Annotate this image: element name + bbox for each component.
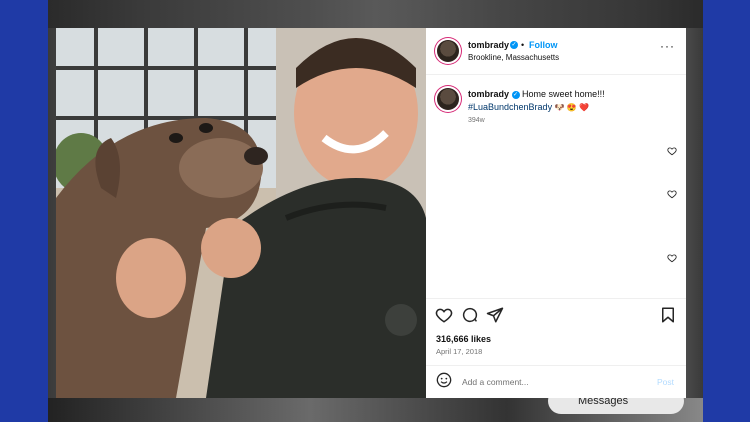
post-side-panel: tombrady ✓ • Follow Brookline, Massachus… xyxy=(426,28,686,398)
comment-heart-icon[interactable] xyxy=(667,146,677,156)
verified-badge-icon: ✓ xyxy=(510,41,518,49)
instagram-post-card: tombrady ✓ • Follow Brookline, Massachus… xyxy=(56,28,686,398)
emoji-icon[interactable] xyxy=(436,372,452,388)
likes-count[interactable]: 316,666 likes xyxy=(436,334,491,344)
caption-text: Home sweet home!!! xyxy=(522,89,605,99)
bookmark-icon[interactable] xyxy=(659,306,677,324)
comment-heart-icon[interactable] xyxy=(667,253,677,263)
comment-icon[interactable] xyxy=(461,306,479,324)
actions-divider xyxy=(426,298,686,299)
comment-heart-icon[interactable] xyxy=(667,189,677,199)
header-avatar[interactable] xyxy=(437,40,459,62)
share-icon[interactable] xyxy=(486,306,504,324)
video-background-top xyxy=(48,0,703,28)
more-options-icon[interactable]: ··· xyxy=(660,40,675,52)
post-photo[interactable] xyxy=(56,28,426,398)
caption-line-2: #LuaBundchenBrady 🐶 😍 ❤️ xyxy=(468,102,589,112)
caption-age: 394w xyxy=(468,117,485,124)
heart-icon[interactable] xyxy=(435,306,453,324)
follow-button[interactable]: Follow xyxy=(529,40,558,50)
post-date[interactable]: April 17, 2018 xyxy=(436,347,482,356)
photo-illustration xyxy=(56,28,426,398)
header-location[interactable]: Brookline, Massachusetts xyxy=(468,53,559,62)
caption-hashtag[interactable]: #LuaBundchenBrady xyxy=(468,102,552,112)
header-username[interactable]: tombrady xyxy=(468,40,509,50)
caption-emojis: 🐶 😍 ❤️ xyxy=(554,103,589,112)
header-dot: • xyxy=(521,40,525,50)
caption-avatar[interactable] xyxy=(437,88,459,110)
comment-divider xyxy=(426,365,686,366)
caption-line: tombrady ✓ Home sweet home!!! xyxy=(468,89,605,99)
header-divider xyxy=(426,74,686,75)
verified-badge-icon: ✓ xyxy=(511,90,520,99)
caption-username[interactable]: tombrady xyxy=(468,89,509,99)
post-comment-button[interactable]: Post xyxy=(657,377,674,387)
comment-input[interactable]: Add a comment... xyxy=(462,377,529,387)
